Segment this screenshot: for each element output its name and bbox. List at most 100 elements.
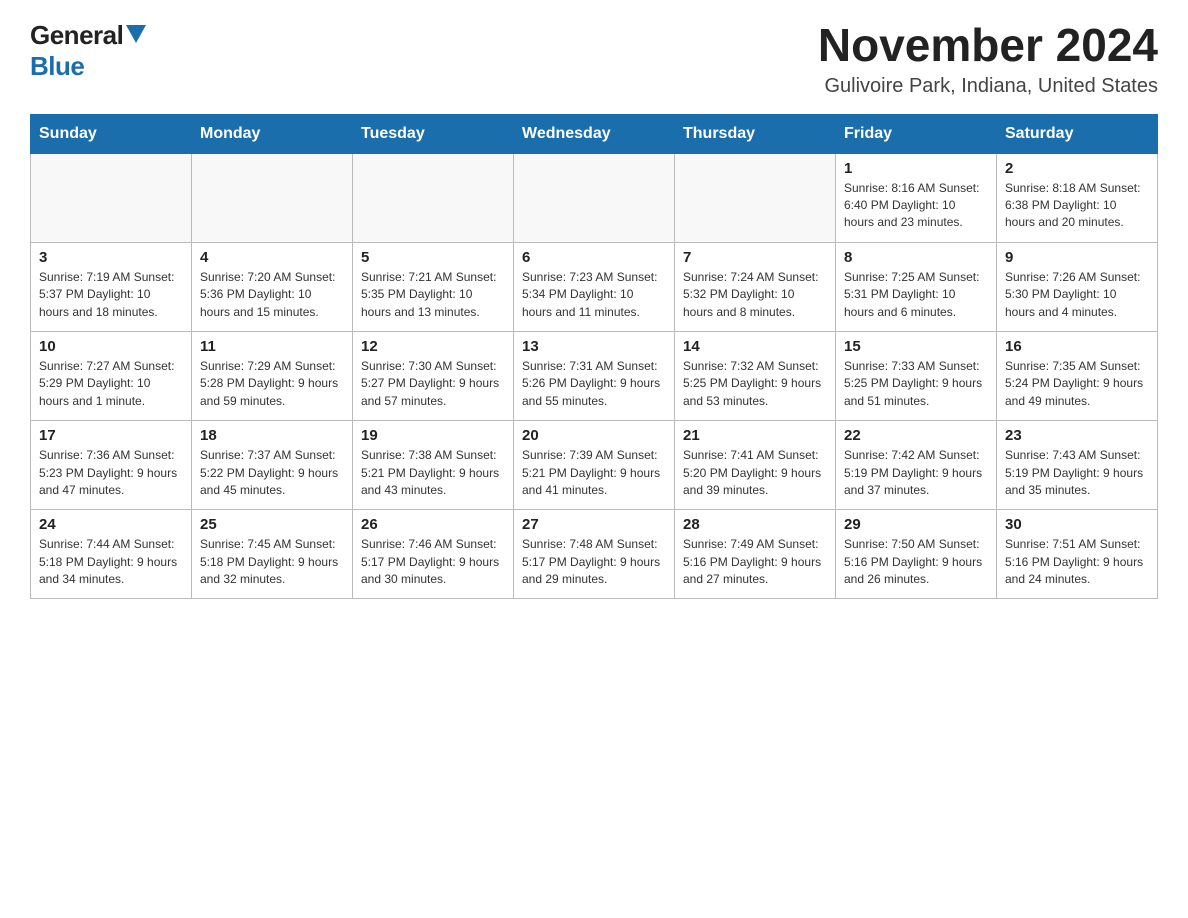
calendar-day-header: Saturday xyxy=(997,114,1158,153)
calendar-week-row: 17Sunrise: 7:36 AM Sunset: 5:23 PM Dayli… xyxy=(31,421,1158,510)
calendar-cell xyxy=(353,153,514,242)
calendar-day-header: Monday xyxy=(192,114,353,153)
calendar-cell: 5 Sunrise: 7:21 AM Sunset: 5:35 PM Daylig… xyxy=(353,242,514,331)
calendar-cell: 13 Sunrise: 7:31 AM Sunset: 5:26 PM Dayli… xyxy=(514,331,675,420)
day-info: Sunrise: 7:44 AM Sunset: 5:18 PM Dayligh… xyxy=(39,536,183,588)
calendar-week-row: 3 Sunrise: 7:19 AM Sunset: 5:37 PM Daylig… xyxy=(31,242,1158,331)
day-number: 9 xyxy=(1005,249,1149,266)
day-number: 15 xyxy=(844,338,988,355)
page-title: November 2024 xyxy=(818,20,1158,71)
calendar-cell xyxy=(514,153,675,242)
day-number: 21 xyxy=(683,427,827,444)
day-info: Sunrise: 7:46 AM Sunset: 5:17 PM Dayligh… xyxy=(361,536,505,588)
day-number: 2 xyxy=(1005,160,1149,177)
calendar-cell: 26Sunrise: 7:46 AM Sunset: 5:17 PM Dayli… xyxy=(353,510,514,599)
calendar-cell: 1Sunrise: 8:16 AM Sunset: 6:40 PM Daylig… xyxy=(836,153,997,242)
calendar-cell: 10 Sunrise: 7:27 AM Sunset: 5:29 PM Dayli… xyxy=(31,331,192,420)
calendar-cell: 21 Sunrise: 7:41 AM Sunset: 5:20 PM Dayli… xyxy=(675,421,836,510)
day-number: 12 xyxy=(361,338,505,355)
day-number: 11 xyxy=(200,338,344,355)
calendar-cell: 17Sunrise: 7:36 AM Sunset: 5:23 PM Dayli… xyxy=(31,421,192,510)
calendar-cell: 29 Sunrise: 7:50 AM Sunset: 5:16 PM Dayli… xyxy=(836,510,997,599)
day-number: 13 xyxy=(522,338,666,355)
day-info: Sunrise: 7:41 AM Sunset: 5:20 PM Dayligh… xyxy=(683,447,827,499)
calendar-cell: 14 Sunrise: 7:32 AM Sunset: 5:25 PM Dayli… xyxy=(675,331,836,420)
day-info: Sunrise: 7:51 AM Sunset: 5:16 PM Dayligh… xyxy=(1005,536,1149,588)
calendar-cell: 18 Sunrise: 7:37 AM Sunset: 5:22 PM Dayli… xyxy=(192,421,353,510)
day-info: Sunrise: 7:26 AM Sunset: 5:30 PM Dayligh… xyxy=(1005,269,1149,321)
day-info: Sunrise: 7:38 AM Sunset: 5:21 PM Dayligh… xyxy=(361,447,505,499)
calendar-cell: 4 Sunrise: 7:20 AM Sunset: 5:36 PM Daylig… xyxy=(192,242,353,331)
day-info: Sunrise: 7:35 AM Sunset: 5:24 PM Dayligh… xyxy=(1005,358,1149,410)
day-number: 19 xyxy=(361,427,505,444)
day-info: Sunrise: 7:39 AM Sunset: 5:21 PM Dayligh… xyxy=(522,447,666,499)
day-number: 28 xyxy=(683,516,827,533)
day-info: Sunrise: 7:19 AM Sunset: 5:37 PM Dayligh… xyxy=(39,269,183,321)
day-number: 7 xyxy=(683,249,827,266)
day-number: 18 xyxy=(200,427,344,444)
day-info: Sunrise: 7:30 AM Sunset: 5:27 PM Dayligh… xyxy=(361,358,505,410)
calendar-cell: 2 Sunrise: 8:18 AM Sunset: 6:38 PM Daylig… xyxy=(997,153,1158,242)
calendar-cell: 19 Sunrise: 7:38 AM Sunset: 5:21 PM Dayli… xyxy=(353,421,514,510)
day-number: 10 xyxy=(39,338,183,355)
calendar-cell: 22 Sunrise: 7:42 AM Sunset: 5:19 PM Dayli… xyxy=(836,421,997,510)
day-number: 3 xyxy=(39,249,183,266)
day-info: Sunrise: 7:25 AM Sunset: 5:31 PM Dayligh… xyxy=(844,269,988,321)
logo-general-text: General xyxy=(30,20,123,51)
day-info: Sunrise: 7:48 AM Sunset: 5:17 PM Dayligh… xyxy=(522,536,666,588)
logo: General Blue xyxy=(30,20,146,82)
day-number: 29 xyxy=(844,516,988,533)
calendar-cell xyxy=(192,153,353,242)
day-info: Sunrise: 7:31 AM Sunset: 5:26 PM Dayligh… xyxy=(522,358,666,410)
day-number: 4 xyxy=(200,249,344,266)
day-info: Sunrise: 7:32 AM Sunset: 5:25 PM Dayligh… xyxy=(683,358,827,410)
calendar-cell: 24 Sunrise: 7:44 AM Sunset: 5:18 PM Dayli… xyxy=(31,510,192,599)
logo-triangle-icon xyxy=(126,25,146,43)
day-info: Sunrise: 7:37 AM Sunset: 5:22 PM Dayligh… xyxy=(200,447,344,499)
calendar-day-header: Tuesday xyxy=(353,114,514,153)
calendar-cell: 23Sunrise: 7:43 AM Sunset: 5:19 PM Dayli… xyxy=(997,421,1158,510)
day-number: 30 xyxy=(1005,516,1149,533)
logo-blue-text: Blue xyxy=(30,51,84,82)
day-number: 20 xyxy=(522,427,666,444)
title-area: November 2024 Gulivoire Park, Indiana, U… xyxy=(818,20,1158,98)
page-header: General Blue November 2024 Gulivoire Par… xyxy=(30,20,1158,98)
calendar-day-header: Wednesday xyxy=(514,114,675,153)
day-number: 14 xyxy=(683,338,827,355)
calendar-cell: 15 Sunrise: 7:33 AM Sunset: 5:25 PM Dayli… xyxy=(836,331,997,420)
day-number: 17 xyxy=(39,427,183,444)
day-number: 6 xyxy=(522,249,666,266)
page-subtitle: Gulivoire Park, Indiana, United States xyxy=(818,75,1158,98)
calendar-week-row: 10 Sunrise: 7:27 AM Sunset: 5:29 PM Dayli… xyxy=(31,331,1158,420)
day-info: Sunrise: 7:42 AM Sunset: 5:19 PM Dayligh… xyxy=(844,447,988,499)
day-info: Sunrise: 7:21 AM Sunset: 5:35 PM Dayligh… xyxy=(361,269,505,321)
calendar-header-row: SundayMondayTuesdayWednesdayThursdayFrid… xyxy=(31,114,1158,153)
day-number: 25 xyxy=(200,516,344,533)
calendar-cell: 3 Sunrise: 7:19 AM Sunset: 5:37 PM Daylig… xyxy=(31,242,192,331)
day-info: Sunrise: 8:18 AM Sunset: 6:38 PM Dayligh… xyxy=(1005,180,1149,232)
calendar-cell xyxy=(31,153,192,242)
calendar-table: SundayMondayTuesdayWednesdayThursdayFrid… xyxy=(30,114,1158,600)
day-info: Sunrise: 7:24 AM Sunset: 5:32 PM Dayligh… xyxy=(683,269,827,321)
day-info: Sunrise: 7:33 AM Sunset: 5:25 PM Dayligh… xyxy=(844,358,988,410)
day-info: Sunrise: 7:27 AM Sunset: 5:29 PM Dayligh… xyxy=(39,358,183,410)
calendar-day-header: Thursday xyxy=(675,114,836,153)
calendar-cell: 8 Sunrise: 7:25 AM Sunset: 5:31 PM Daylig… xyxy=(836,242,997,331)
calendar-cell: 6Sunrise: 7:23 AM Sunset: 5:34 PM Daylig… xyxy=(514,242,675,331)
calendar-cell: 9 Sunrise: 7:26 AM Sunset: 5:30 PM Daylig… xyxy=(997,242,1158,331)
day-info: Sunrise: 7:20 AM Sunset: 5:36 PM Dayligh… xyxy=(200,269,344,321)
calendar-day-header: Friday xyxy=(836,114,997,153)
day-number: 8 xyxy=(844,249,988,266)
day-info: Sunrise: 7:50 AM Sunset: 5:16 PM Dayligh… xyxy=(844,536,988,588)
day-number: 5 xyxy=(361,249,505,266)
calendar-cell: 28Sunrise: 7:49 AM Sunset: 5:16 PM Dayli… xyxy=(675,510,836,599)
day-number: 24 xyxy=(39,516,183,533)
calendar-cell: 12 Sunrise: 7:30 AM Sunset: 5:27 PM Dayli… xyxy=(353,331,514,420)
day-info: Sunrise: 7:43 AM Sunset: 5:19 PM Dayligh… xyxy=(1005,447,1149,499)
calendar-cell xyxy=(675,153,836,242)
day-number: 22 xyxy=(844,427,988,444)
calendar-cell: 25Sunrise: 7:45 AM Sunset: 5:18 PM Dayli… xyxy=(192,510,353,599)
calendar-day-header: Sunday xyxy=(31,114,192,153)
day-info: Sunrise: 8:16 AM Sunset: 6:40 PM Dayligh… xyxy=(844,180,988,232)
calendar-cell: 30 Sunrise: 7:51 AM Sunset: 5:16 PM Dayli… xyxy=(997,510,1158,599)
